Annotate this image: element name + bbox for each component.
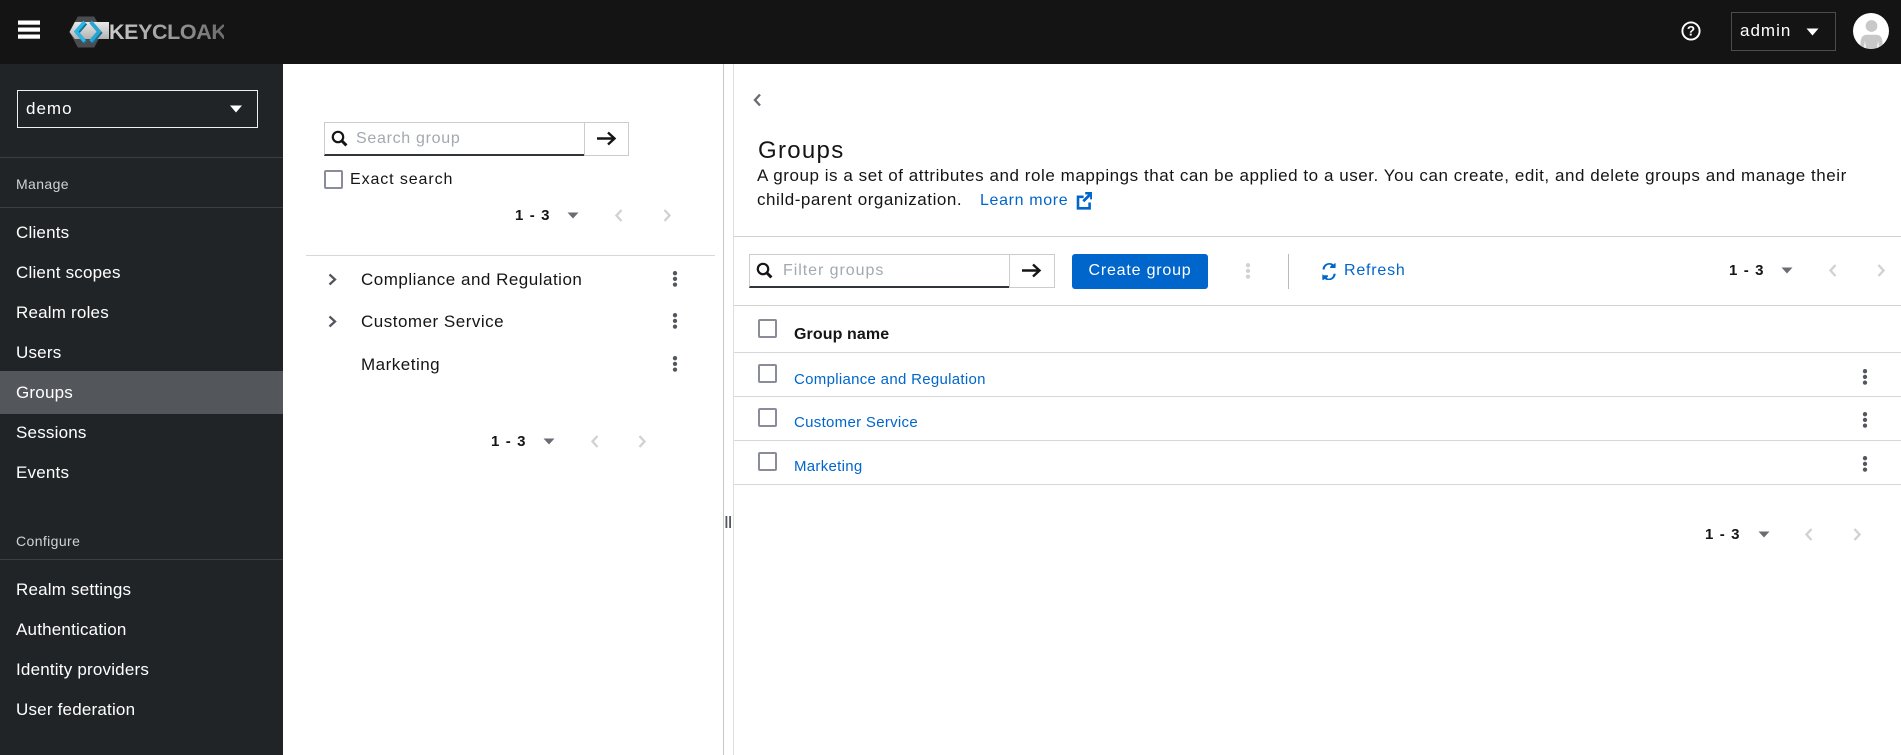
svg-text:?: ?: [1687, 24, 1695, 39]
svg-text:KEYCLOAK: KEYCLOAK: [109, 20, 224, 44]
